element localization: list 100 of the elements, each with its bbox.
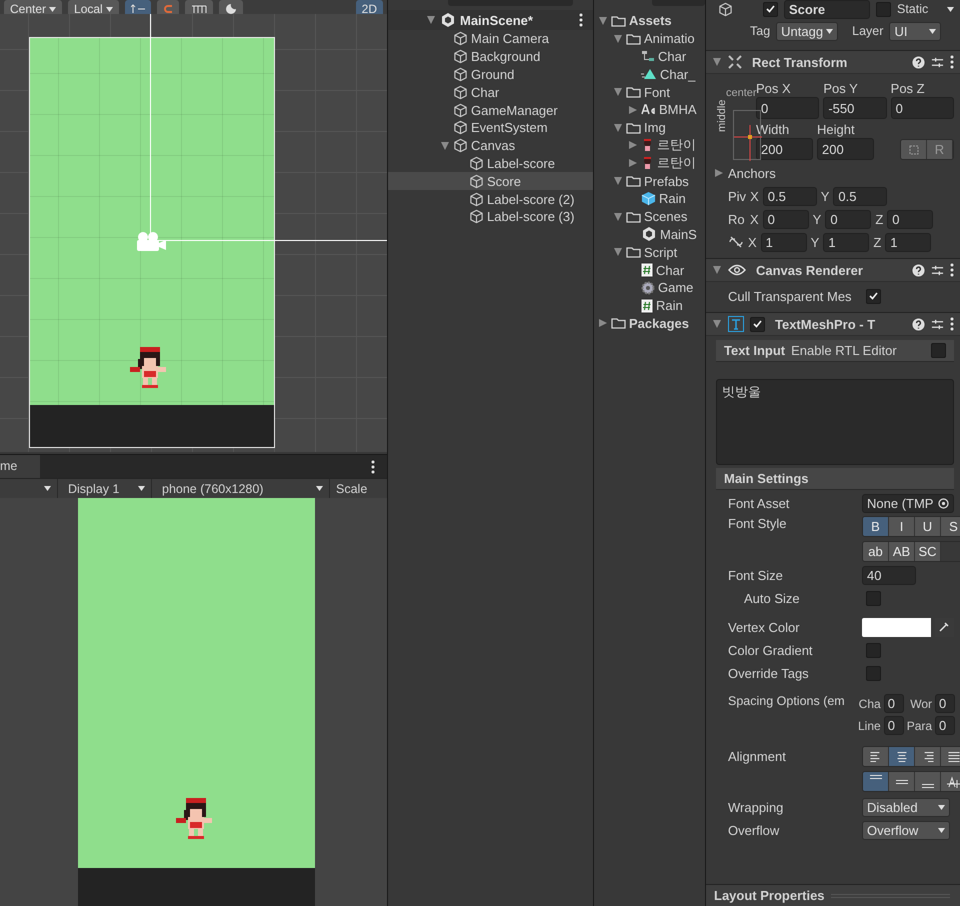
expand-arrow-icon[interactable]: [713, 266, 721, 274]
help-icon[interactable]: [912, 318, 925, 330]
section-header[interactable]: Layout Properties: [706, 884, 960, 906]
style-toggle-button[interactable]: B: [863, 517, 889, 536]
component-header[interactable]: Rect Transform: [706, 50, 960, 74]
toolbar-dropdown[interactable]: Center: [4, 0, 62, 14]
number-field[interactable]: 0.5: [833, 186, 888, 206]
project-item[interactable]: Rain: [594, 296, 705, 315]
number-field[interactable]: 200: [817, 138, 874, 160]
target-icon[interactable]: [938, 498, 949, 508]
project-item[interactable]: Animatio: [594, 30, 705, 48]
expand-arrow-icon[interactable]: [629, 159, 637, 168]
expand-arrow-icon[interactable]: [614, 212, 622, 221]
object-field[interactable]: None (TMP: [862, 494, 954, 512]
number-field[interactable]: -550: [823, 97, 887, 119]
checkbox[interactable]: [866, 288, 881, 304]
alignment-button[interactable]: [863, 747, 889, 766]
tag-dropdown[interactable]: Untagg: [776, 22, 838, 40]
more-icon[interactable]: [950, 263, 954, 277]
help-icon[interactable]: [912, 56, 925, 68]
alignment-button[interactable]: [941, 747, 960, 766]
expand-arrow-icon[interactable]: [441, 142, 449, 150]
project-item[interactable]: Char: [594, 48, 705, 66]
number-field[interactable]: 0: [884, 716, 904, 735]
more-icon[interactable]: [579, 13, 583, 27]
number-field[interactable]: 0: [887, 210, 934, 228]
number-field[interactable]: 0: [935, 716, 956, 735]
style-toggle-button[interactable]: U: [915, 517, 941, 536]
checkbox[interactable]: [866, 590, 881, 606]
dropdown[interactable]: Overflow: [862, 820, 950, 840]
text-input-area[interactable]: 빗방울: [716, 379, 954, 465]
number-field[interactable]: 0: [762, 210, 809, 228]
checkbox[interactable]: [866, 642, 881, 658]
project-item[interactable]: Font: [594, 83, 705, 101]
snap-button[interactable]: [156, 0, 179, 14]
grid-button[interactable]: [184, 0, 213, 14]
hierarchy-item[interactable]: EventSystem: [388, 118, 593, 137]
enable-checkbox[interactable]: [750, 316, 765, 332]
search-field[interactable]: [652, 0, 705, 6]
style-toggle-button[interactable]: ab: [863, 542, 889, 561]
number-field[interactable]: 40: [862, 566, 916, 584]
project-item[interactable]: Char: [594, 261, 705, 279]
component-header[interactable]: Canvas Renderer: [706, 258, 960, 282]
number-field[interactable]: 0: [935, 694, 956, 713]
color-swatch[interactable]: [862, 618, 931, 636]
name-field[interactable]: Score: [784, 0, 870, 18]
style-toggle-button[interactable]: S: [941, 517, 960, 536]
expand-arrow-icon[interactable]: [713, 320, 721, 328]
sliders-icon[interactable]: [931, 56, 944, 68]
dropdown[interactable]: Disabled: [862, 798, 950, 816]
expand-arrow-icon[interactable]: [629, 106, 637, 114]
scene-header[interactable]: MainScene*: [388, 10, 593, 30]
number-field[interactable]: 0: [756, 97, 820, 119]
checkbox[interactable]: [866, 666, 881, 680]
scene-viewport[interactable]: [0, 14, 387, 452]
expand-arrow-icon[interactable]: [629, 141, 637, 150]
expand-arrow-icon[interactable]: [715, 169, 723, 177]
project-item[interactable]: Rain: [594, 190, 705, 208]
project-item[interactable]: Scenes: [594, 208, 705, 226]
toolbar-toggle[interactable]: 2D: [356, 0, 383, 14]
help-icon[interactable]: [912, 264, 925, 276]
layer-dropdown[interactable]: UI: [889, 22, 942, 40]
project-item[interactable]: Packages: [594, 314, 705, 332]
number-field[interactable]: 1: [760, 232, 807, 252]
alignment-button[interactable]: [863, 772, 889, 791]
expand-arrow-icon[interactable]: [614, 34, 622, 43]
more-icon[interactable]: [371, 460, 375, 474]
checkbox[interactable]: [931, 343, 946, 358]
lighting-button[interactable]: [218, 0, 243, 14]
number-field[interactable]: 0: [884, 694, 904, 713]
hierarchy-item[interactable]: Label-score (3): [388, 208, 593, 226]
toolbar-dropdown[interactable]: Local: [68, 0, 119, 14]
expand-arrow-icon[interactable]: [614, 248, 622, 256]
project-item[interactable]: Script: [594, 243, 705, 262]
hierarchy-item[interactable]: GameManager: [388, 101, 593, 119]
hierarchy-item[interactable]: Label-score: [388, 154, 593, 172]
alignment-button[interactable]: [889, 772, 915, 791]
alignment-button[interactable]: [915, 772, 941, 791]
alignment-button[interactable]: [941, 772, 960, 791]
project-item[interactable]: Assets: [594, 12, 705, 30]
project-item[interactable]: MainS: [594, 226, 705, 244]
expand-arrow-icon[interactable]: [614, 177, 622, 186]
style-toggle-button[interactable]: AB: [889, 542, 915, 561]
project-item[interactable]: Char_: [594, 65, 705, 84]
number-field[interactable]: 0: [890, 97, 954, 119]
expand-arrow-icon[interactable]: [614, 124, 622, 132]
hierarchy-item[interactable]: Char: [388, 83, 593, 102]
hierarchy-item[interactable]: Background: [388, 48, 593, 66]
hierarchy-item[interactable]: Score: [388, 172, 593, 190]
alignment-button[interactable]: [889, 747, 915, 766]
sliders-icon[interactable]: [931, 318, 944, 330]
game-tab[interactable]: me: [0, 455, 40, 478]
number-field[interactable]: 1: [823, 232, 870, 252]
number-field[interactable]: 0.5: [762, 186, 817, 206]
blueprint-mode-button[interactable]: [901, 140, 927, 159]
expand-arrow-icon[interactable]: [599, 16, 607, 25]
style-toggle-button[interactable]: SC: [915, 542, 941, 561]
expand-arrow-icon[interactable]: [614, 88, 622, 96]
project-item[interactable]: Game: [594, 278, 705, 297]
project-item[interactable]: 르탄이: [594, 154, 705, 172]
